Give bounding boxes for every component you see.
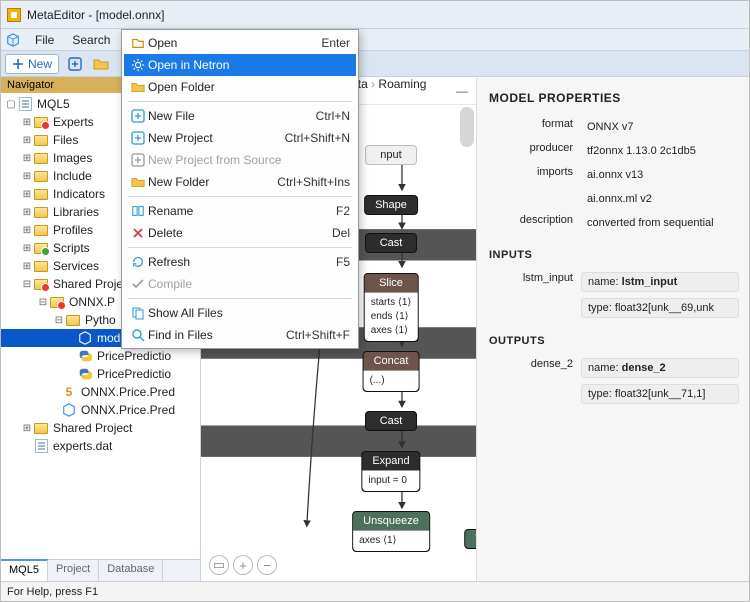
titlebar: MetaEditor - [model.onnx] bbox=[1, 1, 749, 29]
tree-file[interactable]: PricePredictio bbox=[1, 347, 200, 365]
menu-show-all-files[interactable]: Show All Files bbox=[124, 302, 356, 324]
toolbar: New bbox=[1, 51, 749, 77]
menu-delete[interactable]: DeleteDel bbox=[124, 222, 356, 244]
output-type-box: type: float32[unk__71,1] bbox=[581, 384, 739, 404]
scrollbar[interactable] bbox=[460, 107, 474, 147]
menu-open-in-netron[interactable]: Open in Netron bbox=[124, 54, 356, 76]
tree-experts-dat[interactable]: · experts.dat bbox=[1, 437, 200, 455]
gear-icon bbox=[128, 58, 148, 72]
menu-new-project-from-source: New Project from Source bbox=[124, 149, 356, 171]
statusbar: For Help, press F1 bbox=[1, 581, 749, 601]
menu-compile: Compile bbox=[124, 273, 356, 295]
menu-file[interactable]: File bbox=[27, 31, 62, 49]
folder-icon bbox=[128, 175, 148, 189]
onnx-icon bbox=[77, 331, 93, 345]
rename-icon bbox=[128, 204, 148, 218]
plus-icon bbox=[128, 131, 148, 145]
graph-node-slice[interactable]: Slicestarts ⟨1⟩ends ⟨1⟩axes ⟨1⟩ bbox=[364, 273, 419, 342]
graph-node-shape[interactable]: Shape bbox=[364, 195, 418, 215]
menu-search[interactable]: Search bbox=[64, 31, 118, 49]
cube-icon bbox=[5, 32, 21, 48]
menu-separator bbox=[128, 101, 352, 102]
menu-rename[interactable]: RenameF2 bbox=[124, 200, 356, 222]
folder-icon bbox=[128, 80, 148, 94]
tree-root-label: MQL5 bbox=[37, 97, 70, 111]
props-header: MODEL PROPERTIES bbox=[489, 91, 737, 105]
context-menu: OpenEnterOpen in NetronOpen Folder New Fi… bbox=[121, 29, 359, 349]
input-type-box: type: float32[unk__69,unk bbox=[581, 298, 739, 318]
minimize-icon[interactable]: — bbox=[456, 84, 468, 98]
graph-node-nput[interactable]: nput bbox=[365, 145, 417, 165]
breadcrumb-item[interactable]: Roaming bbox=[378, 77, 426, 91]
tab-project[interactable]: Project bbox=[48, 560, 99, 581]
graph-zoom-controls: ▭ + − bbox=[209, 555, 277, 575]
tree-shared-project-folder[interactable]: ⊞ Shared Project bbox=[1, 419, 200, 437]
tree-file[interactable]: 5ONNX.Price.Pred bbox=[1, 383, 200, 401]
menu-separator bbox=[128, 247, 352, 248]
open-folder-icon[interactable] bbox=[91, 54, 111, 74]
menu-open[interactable]: OpenEnter bbox=[124, 32, 356, 54]
menu-find-in-files[interactable]: Find in FilesCtrl+Shift+F bbox=[124, 324, 356, 346]
python-icon bbox=[77, 367, 93, 381]
tree-file[interactable]: ONNX.Price.Pred bbox=[1, 401, 200, 419]
new-blank-icon[interactable] bbox=[65, 54, 85, 74]
graph-node-transp[interactable]: Transpose bbox=[464, 529, 477, 549]
graph-node-expand[interactable]: Expandinput = 0 bbox=[361, 451, 420, 492]
refresh-icon bbox=[128, 255, 148, 269]
menu-new-file[interactable]: New FileCtrl+N bbox=[124, 105, 356, 127]
menu-new-project[interactable]: New ProjectCtrl+Shift+N bbox=[124, 127, 356, 149]
menu-refresh[interactable]: RefreshF5 bbox=[124, 251, 356, 273]
menu-new-folder[interactable]: New FolderCtrl+Shift+Ins bbox=[124, 171, 356, 193]
new-button-label: New bbox=[28, 57, 52, 71]
delete-icon bbox=[128, 227, 148, 239]
zoom-in-icon[interactable]: + bbox=[233, 555, 253, 575]
files-icon bbox=[128, 306, 148, 320]
graph-node-concat[interactable]: Concat(...) bbox=[363, 351, 420, 392]
tab-database[interactable]: Database bbox=[99, 560, 163, 581]
python-icon bbox=[77, 349, 93, 363]
menubar: File Search bbox=[1, 29, 749, 51]
app-logo-icon bbox=[7, 8, 21, 22]
zoom-out-icon[interactable]: − bbox=[257, 555, 277, 575]
outputs-header: OUTPUTS bbox=[489, 335, 737, 347]
input-name-box: name: lstm_input bbox=[581, 272, 739, 292]
search-icon bbox=[128, 328, 148, 342]
graph-node-unsq[interactable]: Unsqueezeaxes ⟨1⟩ bbox=[352, 511, 430, 552]
menu-open-folder[interactable]: Open Folder bbox=[124, 76, 356, 98]
check-icon bbox=[128, 277, 148, 291]
five-icon: 5 bbox=[61, 385, 77, 399]
status-text: For Help, press F1 bbox=[7, 586, 98, 598]
tab-mql5[interactable]: MQL5 bbox=[1, 559, 48, 581]
graph-node-cast1[interactable]: Cast bbox=[365, 233, 417, 253]
properties-pane: MODEL PROPERTIES formatONNX v7 producert… bbox=[477, 77, 749, 581]
inputs-header: INPUTS bbox=[489, 249, 737, 261]
output-name-box: name: dense_2 bbox=[581, 358, 739, 378]
window-title: MetaEditor - [model.onnx] bbox=[27, 8, 164, 22]
onnx-icon bbox=[61, 403, 77, 417]
graph-node-cast2[interactable]: Cast bbox=[365, 411, 417, 431]
plus-icon bbox=[128, 153, 148, 167]
tree-file[interactable]: PricePredictio bbox=[1, 365, 200, 383]
navigator-tabs: MQL5 Project Database bbox=[1, 559, 200, 581]
menu-separator bbox=[128, 196, 352, 197]
layout-icon[interactable]: ▭ bbox=[209, 555, 229, 575]
open-icon bbox=[128, 36, 148, 50]
menu-separator bbox=[128, 298, 352, 299]
plus-icon bbox=[128, 109, 148, 123]
new-button[interactable]: New bbox=[5, 54, 59, 74]
